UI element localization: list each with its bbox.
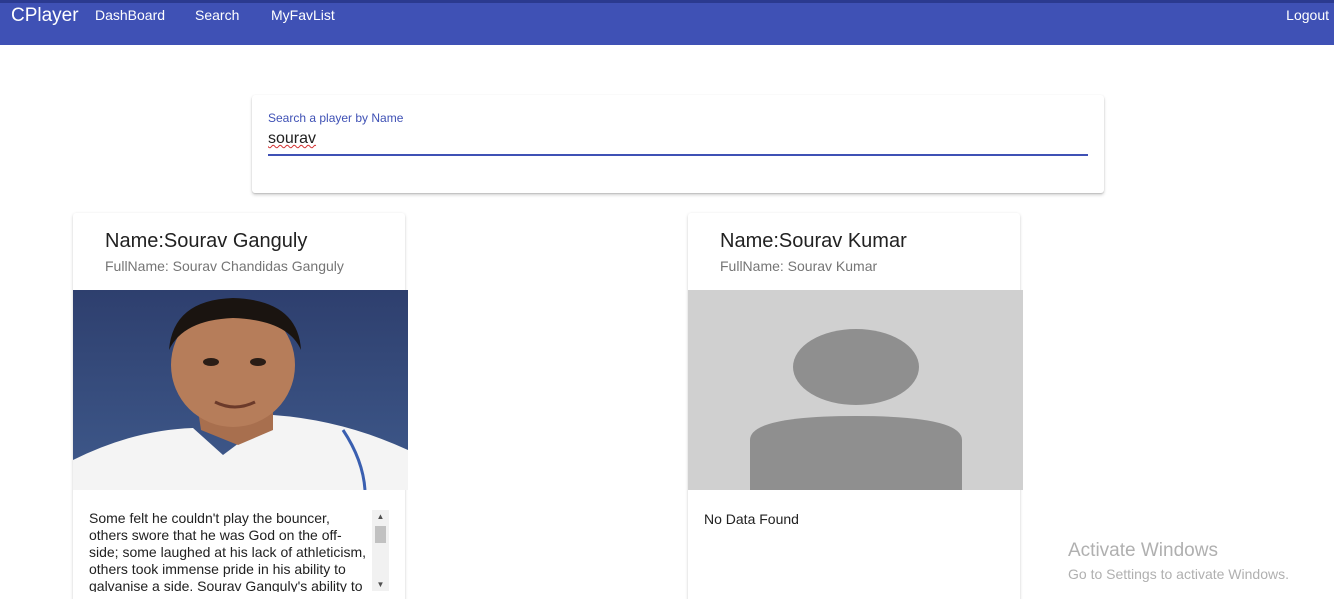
player-name: Name:Sourav Kumar	[720, 230, 907, 252]
placeholder-avatar-icon	[688, 290, 1023, 490]
no-data-text: No Data Found	[704, 511, 799, 527]
player-card: Name:Sourav Ganguly FullName: Sourav Cha…	[73, 213, 408, 599]
nav-search-link[interactable]: Search	[195, 6, 239, 24]
scrollbar-thumb[interactable]	[375, 526, 386, 543]
top-toolbar: CPlayer DashBoard Search MyFavList Logou…	[0, 0, 1334, 45]
activation-watermark-title: Activate Windows	[1068, 540, 1218, 561]
player-fullname: FullName: Sourav Chandidas Ganguly	[105, 258, 344, 274]
scroll-up-icon[interactable]: ▲	[372, 510, 389, 523]
logout-button[interactable]: Logout	[1286, 6, 1329, 24]
player-photo	[73, 290, 408, 490]
player-description[interactable]: Some felt he couldn't play the bouncer, …	[89, 510, 389, 592]
search-card: Search a player by Name sourav	[252, 95, 1104, 193]
player-card: Name:Sourav Kumar FullName: Sourav Kumar…	[688, 213, 1023, 599]
description-scrollbar[interactable]: ▲ ▼	[372, 510, 389, 591]
nav-myfavlist-link[interactable]: MyFavList	[271, 6, 335, 24]
activation-watermark-subtitle: Go to Settings to activate Windows.	[1068, 566, 1289, 582]
app-brand[interactable]: CPlayer	[11, 5, 79, 27]
search-input[interactable]: sourav	[268, 130, 1088, 156]
player-name: Name:Sourav Ganguly	[105, 230, 308, 252]
player-fullname: FullName: Sourav Kumar	[720, 258, 878, 274]
search-input-value: sourav	[268, 130, 317, 147]
scroll-down-icon[interactable]: ▼	[372, 578, 389, 591]
nav-dashboard-link[interactable]: DashBoard	[95, 6, 165, 24]
search-input-label: Search a player by Name	[268, 111, 404, 125]
